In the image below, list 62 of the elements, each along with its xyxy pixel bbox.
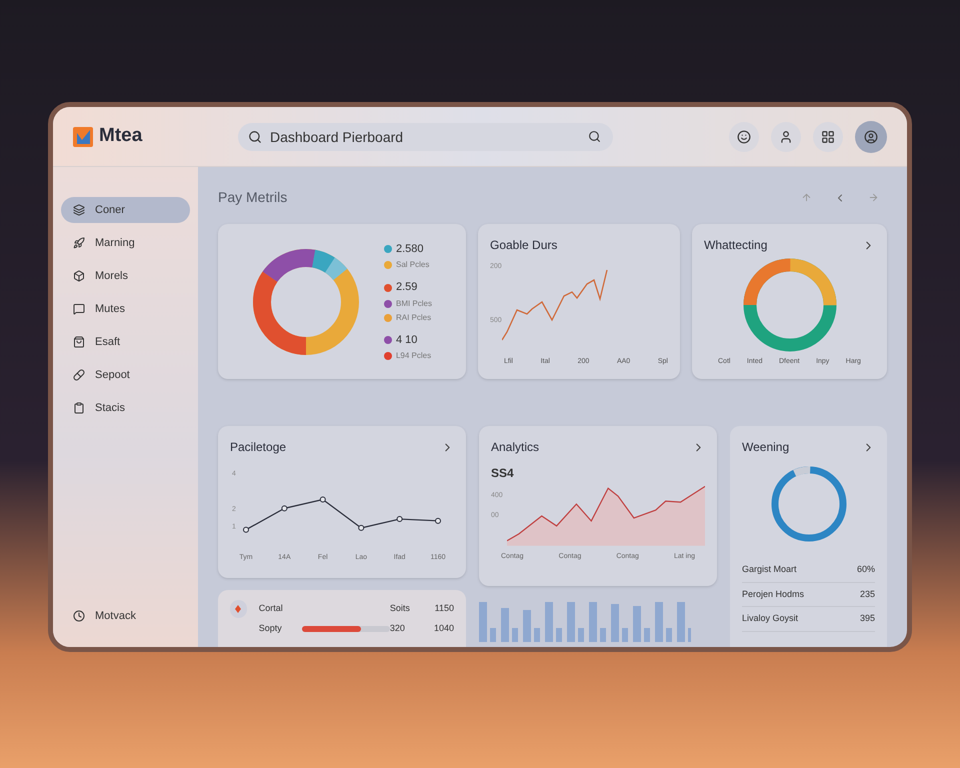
summary-value: 1040	[432, 622, 454, 635]
avatar-icon	[864, 130, 878, 144]
box-icon	[73, 270, 85, 282]
pill-icon	[73, 369, 85, 381]
header-icon-button[interactable]	[813, 122, 843, 152]
layers-icon	[73, 204, 85, 216]
rocket-icon	[73, 237, 85, 249]
summary-value: 320	[390, 622, 406, 635]
legend-text: L94 Pcles	[396, 350, 432, 362]
clipboard-icon	[73, 402, 85, 414]
bag-icon	[73, 336, 85, 348]
sidebar-item[interactable]: Sepoot	[61, 362, 190, 388]
data-point	[281, 505, 288, 512]
chat-icon	[73, 303, 85, 315]
logo-icon	[73, 126, 93, 146]
legend-text: 2.580	[396, 242, 424, 257]
card-title: Whattecting	[704, 237, 768, 254]
data-point	[358, 524, 364, 531]
data-point	[396, 516, 403, 522]
grid-icon	[821, 130, 835, 144]
sidebar-item[interactable]: Morels	[61, 263, 190, 289]
search-field[interactable]: Dashboard Pierboard	[238, 122, 613, 150]
sidebar-item[interactable]: Coner	[61, 197, 190, 223]
list-value: 235	[860, 588, 875, 600]
pin-icon	[230, 600, 247, 618]
smile-icon	[737, 130, 751, 144]
header-icon-button[interactable]	[771, 122, 801, 152]
search-icon	[248, 130, 262, 144]
sidebar-item[interactable]: Motvack	[61, 603, 190, 629]
sidebar-item[interactable]: Mutes	[61, 296, 190, 322]
clock-icon	[73, 610, 85, 622]
search-icon[interactable]	[588, 130, 601, 142]
list-label: Perojen Hodms	[742, 588, 804, 601]
sidebar-item[interactable]: Marning	[61, 230, 190, 256]
card-title: Weening	[742, 439, 790, 456]
user-icon	[779, 130, 793, 144]
list-label: Gargist Moart	[742, 563, 797, 576]
list-value: 395	[860, 612, 875, 625]
card-title: Analytics	[491, 439, 540, 456]
summary-label: Sopty	[258, 622, 283, 635]
header-icon-button[interactable]	[855, 120, 887, 152]
card-title: Paciletoge	[230, 439, 286, 456]
header-icon-button[interactable]	[729, 122, 759, 152]
sidebar-item[interactable]: Esaft	[61, 329, 190, 355]
summary-value: 1150	[434, 602, 454, 616]
legend-text: BMI Pcles	[396, 298, 432, 310]
data-point	[243, 526, 249, 533]
analytics-value: SS4	[491, 465, 515, 482]
legend-text: Sal Pcles	[396, 259, 430, 272]
page-title: Pay Metrils	[218, 188, 288, 207]
logo-text: Mtea	[99, 124, 142, 148]
sidebar-item[interactable]: Stacis	[61, 395, 190, 421]
summary-label: Cortal	[258, 602, 284, 616]
data-point	[435, 518, 441, 524]
legend-text: 4 10	[396, 332, 418, 348]
data-point	[320, 496, 326, 502]
summary-value: Soits	[390, 602, 411, 616]
legend-text: 2.59	[396, 280, 418, 296]
card-title: Goable Durs	[490, 237, 558, 254]
list-label: Livaloy Goysit	[742, 612, 798, 625]
legend-text: RAI Pcles	[396, 312, 432, 324]
list-value: 60%	[856, 563, 875, 576]
